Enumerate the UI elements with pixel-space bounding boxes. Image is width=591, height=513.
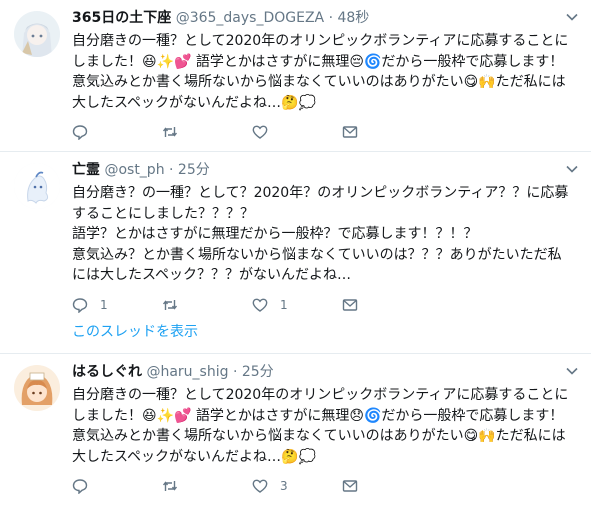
avatar[interactable]	[14, 365, 60, 411]
tweet-actions	[72, 117, 577, 147]
retweet-icon	[162, 299, 178, 310]
reply-button[interactable]	[72, 478, 162, 494]
reply-count: 1	[100, 297, 108, 312]
like-count: 3	[280, 479, 288, 493]
retweet-icon	[162, 481, 178, 491]
timestamp[interactable]: 25分	[242, 364, 274, 380]
reply-button[interactable]	[72, 124, 162, 140]
avatar[interactable]	[14, 163, 60, 209]
envelope-icon	[342, 298, 358, 311]
retweet-button[interactable]	[162, 478, 252, 494]
user-handle[interactable]: @ost_ph	[104, 162, 164, 178]
show-thread-link[interactable]: このスレッドを表示	[72, 320, 577, 352]
girl-character-icon	[14, 365, 60, 411]
tweet[interactable]: はるしぐれ @haru_shig · 25分 自分磨きの一種？として2020年の…	[0, 354, 591, 513]
envelope-icon	[342, 480, 358, 492]
display-name[interactable]: 亡霊	[72, 162, 100, 178]
chevron-down-icon[interactable]	[565, 10, 579, 24]
tweet[interactable]: 365日の土下座 @365_days_DOGEZA · 48秒 自分磨きの一種？…	[0, 0, 591, 152]
like-count: 1	[280, 297, 288, 312]
tweet-actions: 1 1	[72, 290, 577, 320]
anime-character-icon	[14, 11, 60, 57]
reply-icon	[72, 479, 88, 494]
tweet-feed: 365日の土下座 @365_days_DOGEZA · 48秒 自分磨きの一種？…	[0, 0, 591, 513]
separator: ·	[232, 364, 238, 380]
reply-icon	[72, 297, 88, 313]
tweet-text: 自分磨きの一種？として2020年のオリンピックボランティアに応募することにしまし…	[72, 33, 569, 111]
separator: ·	[169, 162, 174, 178]
reply-button[interactable]: 1	[72, 297, 162, 313]
heart-icon	[252, 298, 268, 312]
tweet-header: 亡霊 @ost_ph · 25分	[72, 161, 577, 180]
dm-button[interactable]	[342, 297, 432, 313]
chevron-down-icon[interactable]	[565, 364, 579, 378]
tweet-actions: 3	[72, 471, 577, 501]
user-handle[interactable]: @365_days_DOGEZA	[176, 10, 324, 26]
tweet-text: 自分磨きの一種？として2020年のオリンピックボランティアに応募することにしまし…	[72, 387, 569, 465]
timestamp[interactable]: 48秒	[337, 10, 369, 26]
dm-button[interactable]	[342, 478, 432, 494]
like-button[interactable]	[252, 124, 342, 140]
envelope-icon	[342, 126, 358, 138]
heart-icon	[252, 125, 268, 139]
avatar[interactable]	[14, 11, 60, 57]
chevron-down-icon[interactable]	[565, 162, 579, 176]
tweet[interactable]: 亡霊 @ost_ph · 25分 自分磨き？の一種？として？2020年？のオリン…	[0, 152, 591, 354]
reply-icon	[72, 125, 88, 140]
tweet-header: はるしぐれ @haru_shig · 25分	[72, 363, 577, 382]
dm-button[interactable]	[342, 124, 432, 140]
retweet-icon	[162, 127, 178, 137]
display-name[interactable]: 365日の土下座	[72, 10, 171, 26]
display-name[interactable]: はるしぐれ	[72, 364, 142, 380]
retweet-button[interactable]	[162, 297, 252, 313]
separator: ·	[328, 10, 334, 26]
tweet-header: 365日の土下座 @365_days_DOGEZA · 48秒	[72, 9, 577, 28]
heart-icon	[252, 479, 268, 493]
user-handle[interactable]: @haru_shig	[146, 364, 228, 380]
tweet-text: 自分磨き？の一種？として？2020年？のオリンピックボランティア？？に応募するこ…	[72, 185, 569, 283]
retweet-button[interactable]	[162, 124, 252, 140]
timestamp[interactable]: 25分	[178, 162, 210, 178]
like-button[interactable]: 3	[252, 478, 342, 494]
ghost-character-icon	[14, 163, 60, 209]
like-button[interactable]: 1	[252, 297, 342, 313]
